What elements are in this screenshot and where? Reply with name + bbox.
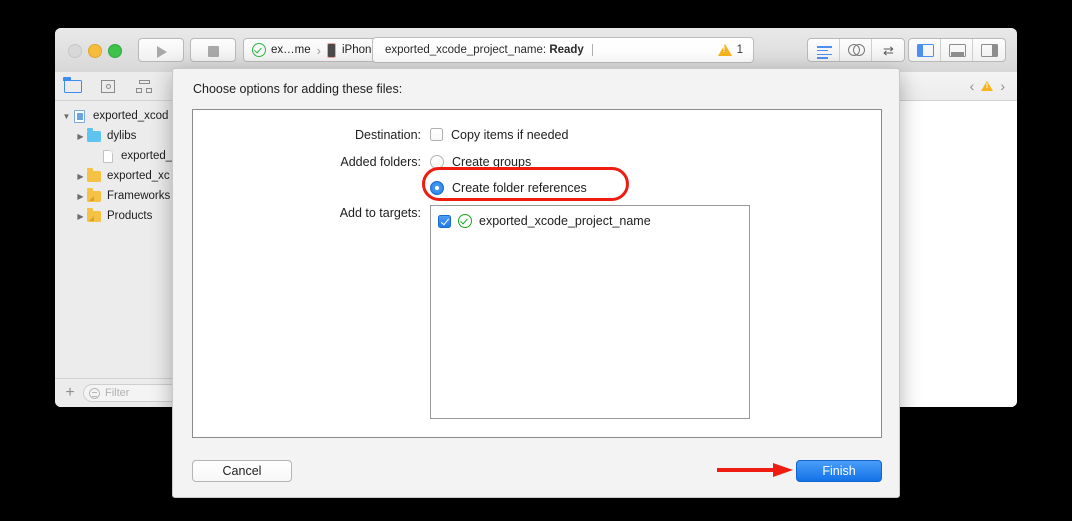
hierarchy-icon [136,80,153,93]
disclosure-triangle-icon[interactable]: ▶ [74,192,87,201]
target-checkbox[interactable] [438,215,451,228]
issue-icon [101,80,115,93]
target-name-label: exported_xcode_project_name [479,214,651,228]
scheme-name-label: ex…me [271,44,311,56]
create-folder-references-radio[interactable] [430,181,444,195]
folder-icon [63,77,82,93]
warning-triangle-icon[interactable] [981,81,994,91]
filter-icon [89,387,100,399]
sheet-title: Choose options for adding these files: [193,82,403,96]
disclosure-triangle-icon[interactable]: ▶ [74,212,87,221]
cancel-button[interactable]: Cancel [192,460,292,482]
added-folders-row: Added folders: Create groups Create fold… [316,154,587,196]
navigator-toggle-button[interactable] [909,39,941,61]
tree-item-label: dylibs [107,130,137,142]
maximize-window-button[interactable] [108,44,122,58]
project-icon [73,109,89,123]
create-groups-radio[interactable] [430,155,444,169]
status-warning-group[interactable]: 1 [717,44,743,56]
editor-mode-button-group: ⇄ [807,38,905,62]
status-state-label: Ready [549,44,584,56]
navigator-tab-tests[interactable] [127,72,163,100]
app-target-icon [458,214,472,228]
tree-item-label: Frameworks [107,190,171,202]
utilities-toggle-button[interactable] [973,39,1005,61]
create-folder-references-option[interactable]: Create folder references [430,180,587,196]
standard-editor-button[interactable] [808,39,840,61]
disclosure-triangle-open-icon[interactable]: ▼ [60,112,73,121]
folder-group-icon [87,208,103,223]
tree-item-label: exported_xc [107,170,170,182]
status-message: exported_xcode_project_name: Ready [385,44,584,56]
added-folders-label: Added folders: [340,155,421,169]
status-project-label: exported_xcode_project_name: [385,44,550,56]
scheme-status-icon [252,43,266,57]
utilities-pane-icon [981,44,998,57]
create-groups-option[interactable]: Create groups [430,154,587,170]
assistant-editor-icon [848,44,865,57]
navigator-tab-issues[interactable] [91,72,127,100]
forward-chevron-icon[interactable]: › [1000,77,1005,95]
folder-group-icon [87,188,103,203]
destination-row: Destination: Copy items if needed [316,127,568,143]
copy-items-checkbox[interactable] [430,128,443,141]
version-editor-icon: ⇄ [883,43,894,58]
folder-yellow-icon [87,168,103,183]
add-to-targets-row: Add to targets: exported_xcode_project_n… [316,205,750,419]
minimize-window-button[interactable] [88,44,102,58]
debug-area-toggle-button[interactable] [941,39,973,61]
targets-list[interactable]: exported_xcode_project_name [430,205,750,419]
stop-button[interactable] [190,38,236,62]
standard-editor-icon [817,46,832,61]
folder-blue-icon [87,128,103,143]
create-folder-references-label[interactable]: Create folder references [452,180,587,196]
warning-count-label: 1 [736,44,743,56]
status-divider [591,44,593,56]
screenshot-root: ex…me › iPhone exported_xcode_project_na… [0,0,1072,521]
run-button[interactable] [138,38,184,62]
target-list-item[interactable]: exported_xcode_project_name [431,212,749,230]
navigator-tab-project[interactable] [55,72,91,100]
copy-items-label[interactable]: Copy items if needed [451,127,568,143]
disclosure-triangle-icon[interactable]: ▶ [74,172,87,181]
navigator-pane-icon [917,44,934,57]
destination-label: Destination: [354,128,421,142]
version-editor-button[interactable]: ⇄ [872,39,904,61]
view-toggle-button-group [908,38,1006,62]
added-folders-radio-group: Create groups Create folder references [430,154,587,196]
play-icon [157,46,167,58]
assistant-editor-button[interactable] [840,39,872,61]
iphone-device-icon [326,42,336,58]
add-to-targets-label: Add to targets: [339,206,421,220]
filter-placeholder: Filter [105,387,130,399]
add-files-options-sheet: Choose options for adding these files: D… [172,68,900,498]
file-icon [101,149,117,163]
disclosure-spacer: ▶ [88,152,101,161]
scheme-separator-icon: › [316,42,321,58]
jump-bar-navigation: ‹ › [970,77,1005,95]
disclosure-triangle-icon[interactable]: ▶ [74,132,87,141]
activity-status-bar: exported_xcode_project_name: Ready 1 [372,37,754,63]
debug-pane-icon [949,44,966,57]
add-file-button[interactable]: + [57,385,83,401]
tree-item-label: Products [107,210,153,222]
close-window-button[interactable] [68,44,82,58]
back-chevron-icon[interactable]: ‹ [970,77,975,95]
tree-item-label: exported_xcod [93,110,169,122]
finish-button[interactable]: Finish [796,460,882,482]
warning-triangle-icon [717,44,732,56]
stop-icon [208,46,219,57]
create-groups-label[interactable]: Create groups [452,154,531,170]
window-titlebar: ex…me › iPhone exported_xcode_project_na… [55,28,1017,73]
